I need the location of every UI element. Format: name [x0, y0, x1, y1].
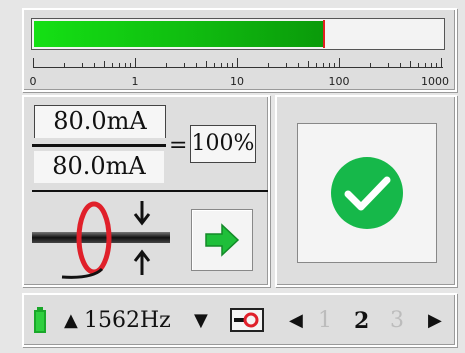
scale-tick: [165, 63, 167, 68]
scale-tick: [221, 63, 223, 68]
result-panel: [275, 95, 457, 287]
scale-tick: [112, 63, 114, 68]
bargraph-panel: 0 1 10 100 1000: [22, 8, 457, 92]
scale-tick: [267, 63, 269, 68]
level-bar: [31, 18, 445, 50]
scale-tick: [214, 63, 216, 68]
status-bar: ▲ 1562Hz ▼ ◀ 1 2 3 ▶: [22, 293, 457, 347]
page-prev-button[interactable]: ◀: [289, 307, 303, 335]
battery-icon: [34, 307, 46, 333]
frequency-value: 1562Hz: [84, 308, 171, 333]
scale-tick: [410, 61, 412, 68]
scale-tick: [298, 63, 300, 68]
scale-tick: [119, 63, 121, 68]
separator-line: [32, 190, 268, 192]
frequency-down-button[interactable]: ▼: [194, 307, 208, 335]
scale-tick: [323, 63, 325, 68]
page-next-button[interactable]: ▶: [428, 307, 442, 335]
scale-label-10: 10: [230, 75, 244, 88]
level-bar-fill: [34, 21, 324, 47]
arrow-right-icon: [205, 223, 240, 257]
scale-tick: [425, 63, 427, 68]
scale-tick: [308, 61, 310, 68]
clamp-mode-icon: [234, 312, 259, 328]
scale-tick: [104, 61, 106, 68]
scale-tick: [196, 63, 198, 68]
scale-tick: [130, 63, 132, 68]
level-marker: [323, 20, 325, 48]
scale-label-100: 100: [328, 75, 350, 88]
scale-tick: [339, 58, 340, 68]
equals-sign: =: [169, 133, 188, 158]
scale-tick: [387, 63, 389, 68]
scale-tick: [436, 63, 438, 68]
scale-tick: [135, 58, 136, 68]
scale-tick: [237, 58, 238, 68]
scale-tick: [94, 63, 96, 68]
page-1[interactable]: 1: [318, 307, 332, 335]
scale-tick: [232, 63, 234, 68]
scale-label-1: 1: [131, 75, 139, 88]
scale-tick: [329, 63, 331, 68]
scale-tick: [369, 63, 371, 68]
scale-tick: [418, 63, 420, 68]
scale-tick: [285, 63, 287, 68]
measured-value: 80.0mA: [34, 105, 166, 138]
scale-tick: [81, 63, 83, 68]
scale-tick: [400, 63, 402, 68]
result-box: [297, 123, 437, 263]
check-circle-icon: [331, 157, 403, 229]
scale-tick: [125, 63, 127, 68]
scale-tick: [431, 63, 433, 68]
reference-value: 80.0mA: [34, 151, 164, 183]
scale-tick: [441, 58, 442, 68]
page-2[interactable]: 2: [354, 307, 369, 335]
clamp-mode-button[interactable]: [230, 308, 264, 332]
page-3[interactable]: 3: [390, 307, 404, 335]
scale-label-0: 0: [29, 75, 37, 88]
scale-tick: [63, 63, 65, 68]
scale-tick: [183, 63, 185, 68]
ratio-value: 100%: [190, 125, 256, 163]
scale-tick: [33, 58, 34, 68]
scale-tick: [316, 63, 318, 68]
start-button[interactable]: [191, 209, 253, 271]
scale-tick: [227, 63, 229, 68]
log-scale: 0 1 10 100 1000: [29, 52, 449, 88]
measurement-panel: 80.0mA 80.0mA = 100%: [22, 95, 270, 287]
scale-tick: [206, 61, 208, 68]
fraction-line: [32, 144, 166, 147]
frequency-up-button[interactable]: ▲: [64, 307, 78, 335]
current-clamp-icon: [32, 201, 170, 279]
scale-tick: [334, 63, 336, 68]
scale-label-1000: 1000: [421, 75, 449, 88]
